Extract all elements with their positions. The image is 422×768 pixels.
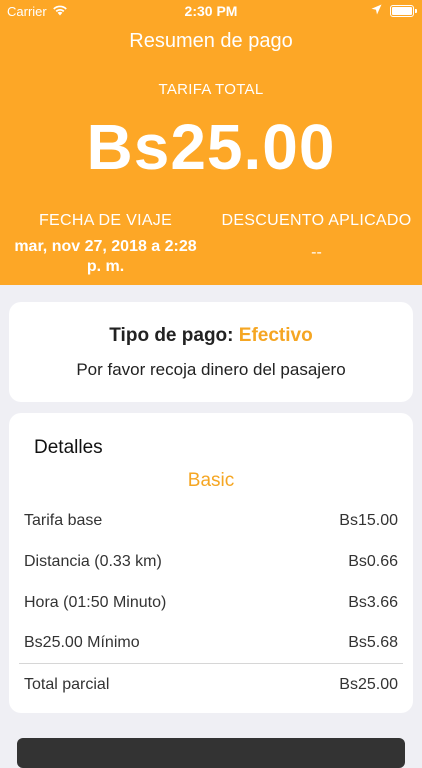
- payment-type-label: Tipo de pago:: [109, 325, 234, 346]
- detail-row: Tarifa base Bs15.00: [24, 512, 398, 534]
- detail-row-label: Hora (01:50 Minuto): [24, 594, 167, 611]
- payment-type: Tipo de pago: Efectivo: [9, 325, 413, 347]
- payment-type-card: Tipo de pago: Efectivo Por favor recoja …: [9, 302, 413, 402]
- bottom-action-button[interactable]: [17, 738, 405, 768]
- subtotal-value: Bs25.00: [339, 676, 398, 693]
- location-arrow-icon: [371, 3, 382, 18]
- detail-row-label: Bs25.00 Mínimo: [24, 634, 140, 651]
- status-bar: Carrier 2:30 PM: [0, 0, 422, 22]
- detail-row-label: Distancia (0.33 km): [24, 553, 162, 570]
- discount-value: --: [311, 244, 322, 261]
- page-title: Resumen de pago: [129, 30, 293, 52]
- detail-row-value: Bs5.68: [348, 634, 398, 651]
- divider: [19, 663, 403, 664]
- detail-row-value: Bs0.66: [348, 553, 398, 570]
- details-card: Detalles Basic Tarifa base Bs15.00 Dista…: [9, 413, 413, 713]
- subtotal-label: Total parcial: [24, 676, 110, 693]
- detail-row: Distancia (0.33 km) Bs0.66: [24, 553, 398, 575]
- discount-section: DESCUENTO APLICADO --: [211, 212, 422, 263]
- detail-row-value: Bs3.66: [348, 594, 398, 611]
- trip-date-label: FECHA DE VIAJE: [38, 212, 173, 229]
- payment-type-value: Efectivo: [238, 325, 313, 346]
- summary-header: Carrier 2:30 PM Resumen de pago TARIFA T…: [0, 0, 422, 285]
- trip-date-section: FECHA DE VIAJE mar, nov 27, 2018 a 2:28 …: [0, 212, 211, 277]
- detail-row-label: Tarifa base: [24, 512, 103, 529]
- discount-label: DESCUENTO APLICADO: [221, 212, 412, 229]
- detail-row: Bs25.00 Mínimo Bs5.68: [24, 634, 398, 656]
- battery-icon: [390, 4, 417, 17]
- plan-name: Basic: [187, 470, 235, 491]
- status-time: 2:30 PM: [184, 3, 238, 19]
- payment-message: Por favor recoja dinero del pasajero: [76, 360, 346, 379]
- detail-row: Hora (01:50 Minuto) Bs3.66: [24, 594, 398, 616]
- total-fare-label: TARIFA TOTAL: [158, 81, 264, 98]
- details-title: Detalles: [34, 437, 103, 458]
- total-fare-amount: Bs25.00: [86, 111, 336, 183]
- detail-row-value: Bs15.00: [339, 512, 398, 529]
- trip-date-value: mar, nov 27, 2018 a 2:28 p. m.: [14, 238, 197, 275]
- subtotal-row: Total parcial Bs25.00: [24, 676, 398, 698]
